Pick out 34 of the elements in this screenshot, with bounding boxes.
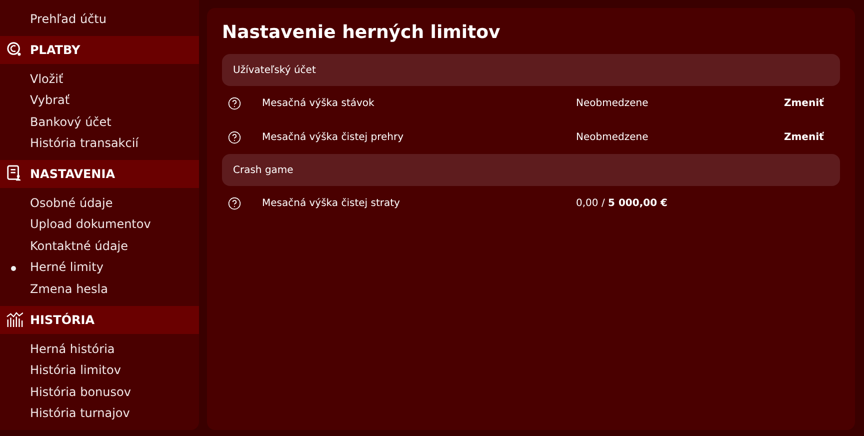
help-icon[interactable] [228,130,241,144]
sidebar-link[interactable]: Zmena hesla [30,282,108,296]
section-title: Užívateľský účet [233,64,316,76]
help-icon[interactable] [228,96,241,110]
change-link[interactable]: Zmeniť [784,132,824,142]
limit-value: Neobmedzene [576,98,650,108]
sidebar-link[interactable]: História transakcií [30,136,139,150]
limit-value: 0,00 / 5 000,00 € [576,198,668,208]
sidebar-link[interactable]: Kontaktné údaje [30,238,128,253]
limit-value: Neobmedzene [576,132,650,142]
sidebar-link[interactable]: Herná história [30,342,115,356]
limit-label: Mesačná výška čistej straty [262,198,401,208]
sidebar-link[interactable]: Upload dokumentov [30,217,151,232]
document-icon [6,165,23,182]
sidebar-link[interactable]: Herné limity [30,260,104,274]
limit-label: Mesačná výška stávok [262,98,376,108]
section-title: Crash game [233,164,294,176]
sidebar-link[interactable]: História limitov [30,363,121,378]
sidebar-link[interactable]: História turnajov [30,406,130,420]
sidebar-link[interactable]: Prehľad účtu [30,12,106,26]
limit-label: Mesačná výška čistej prehry [262,132,405,142]
change-link[interactable]: Zmeniť [784,98,824,108]
section-title: HISTÓRIA [30,312,95,327]
section-title: PLATBY [30,42,80,57]
sidebar-link[interactable]: Osobné údaje [30,196,113,210]
sidebar-link[interactable]: Bankový účet [30,114,112,129]
coin-icon [6,41,23,58]
sidebar-link[interactable]: Vybrať [30,93,70,108]
chart-icon [6,311,23,328]
section-title: NASTAVENIA [30,166,115,181]
help-icon[interactable] [228,196,241,210]
sidebar-link[interactable]: Vložiť [30,72,64,86]
sidebar-link[interactable]: História bonusov [30,384,131,399]
page-title: Nastavenie herných limitov [222,22,502,43]
